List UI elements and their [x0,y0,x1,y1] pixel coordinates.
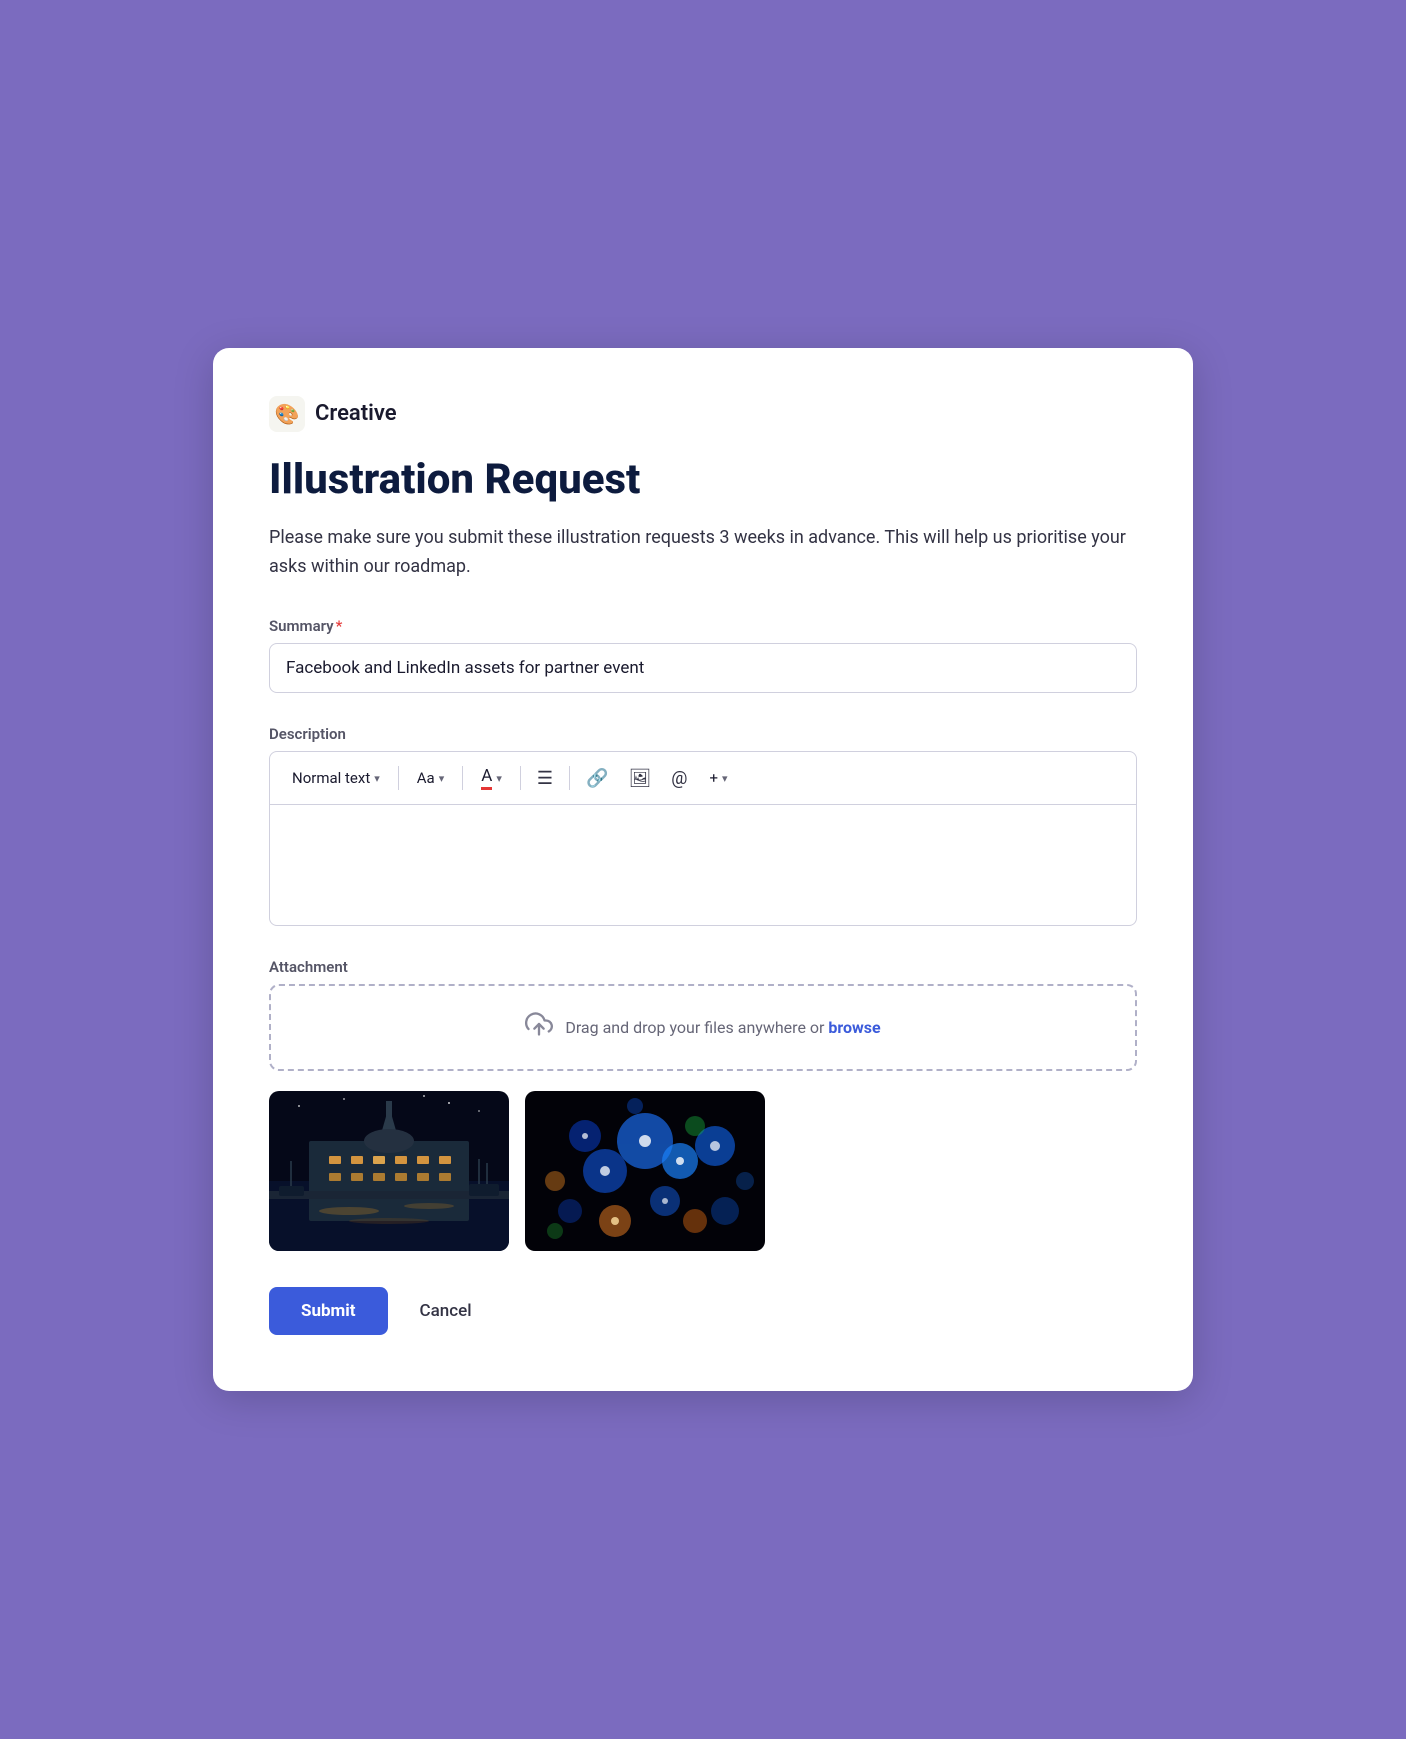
preview-image-bokeh [525,1091,765,1251]
summary-input[interactable] [269,643,1137,693]
preview-image-harbor [269,1091,509,1251]
page-background: 🎨 Creative Illustration Request Please m… [0,0,1406,1739]
more-options-dropdown[interactable]: + ▾ [699,763,737,793]
upload-cloud-icon [525,1010,553,1045]
chevron-down-icon-3: ▾ [496,772,502,785]
link-icon: 🔗 [586,768,608,789]
list-icon: ☰ [537,768,553,789]
toolbar-divider-1 [398,766,399,790]
browse-link[interactable]: browse [828,1018,880,1037]
brand-name: Creative [315,401,397,426]
page-description: Please make sure you submit these illust… [269,524,1137,582]
description-editor: Normal text ▾ Aa ▾ A ▾ ☰ [269,751,1137,926]
font-size-dropdown[interactable]: Aa ▾ [407,763,454,793]
summary-field: Summary* [269,617,1137,725]
attachment-label: Attachment [269,958,1137,976]
form-card: 🎨 Creative Illustration Request Please m… [213,348,1193,1392]
brand-icon: 🎨 [269,396,305,432]
drop-zone[interactable]: Drag and drop your files anywhere or bro… [269,984,1137,1071]
link-button[interactable]: 🔗 [578,762,616,795]
at-icon: @ [671,768,687,789]
page-title: Illustration Request [269,456,1137,504]
editor-toolbar: Normal text ▾ Aa ▾ A ▾ ☰ [270,752,1136,805]
plus-icon: + [709,769,718,787]
drop-zone-text: Drag and drop your files anywhere or bro… [565,1018,880,1037]
description-field: Description Normal text ▾ Aa ▾ A [269,725,1137,926]
chevron-down-icon-4: ▾ [722,772,728,785]
attachment-section: Attachment Drag and drop your files anyw… [269,958,1137,1251]
chevron-down-icon-2: ▾ [439,772,445,785]
description-label: Description [269,725,1137,743]
toolbar-divider-2 [462,766,463,790]
required-indicator: * [336,617,343,635]
toolbar-divider-4 [569,766,570,790]
text-style-dropdown[interactable]: Normal text ▾ [282,763,390,793]
action-row: Submit Cancel [269,1287,1137,1335]
submit-button[interactable]: Submit [269,1287,388,1335]
chevron-down-icon: ▾ [374,772,380,785]
editor-content[interactable] [270,805,1136,925]
image-icon: 🖼 [628,768,651,789]
color-picker-dropdown[interactable]: A ▾ [471,760,512,796]
font-color-icon: A [481,766,492,790]
bullet-list-button[interactable]: ☰ [529,762,561,795]
mention-button[interactable]: @ [663,762,695,795]
image-button[interactable]: 🖼 [620,762,659,795]
summary-label: Summary* [269,617,1137,635]
cancel-button[interactable]: Cancel [404,1287,488,1335]
image-previews [269,1091,1137,1251]
brand-row: 🎨 Creative [269,396,1137,432]
toolbar-divider-3 [520,766,521,790]
